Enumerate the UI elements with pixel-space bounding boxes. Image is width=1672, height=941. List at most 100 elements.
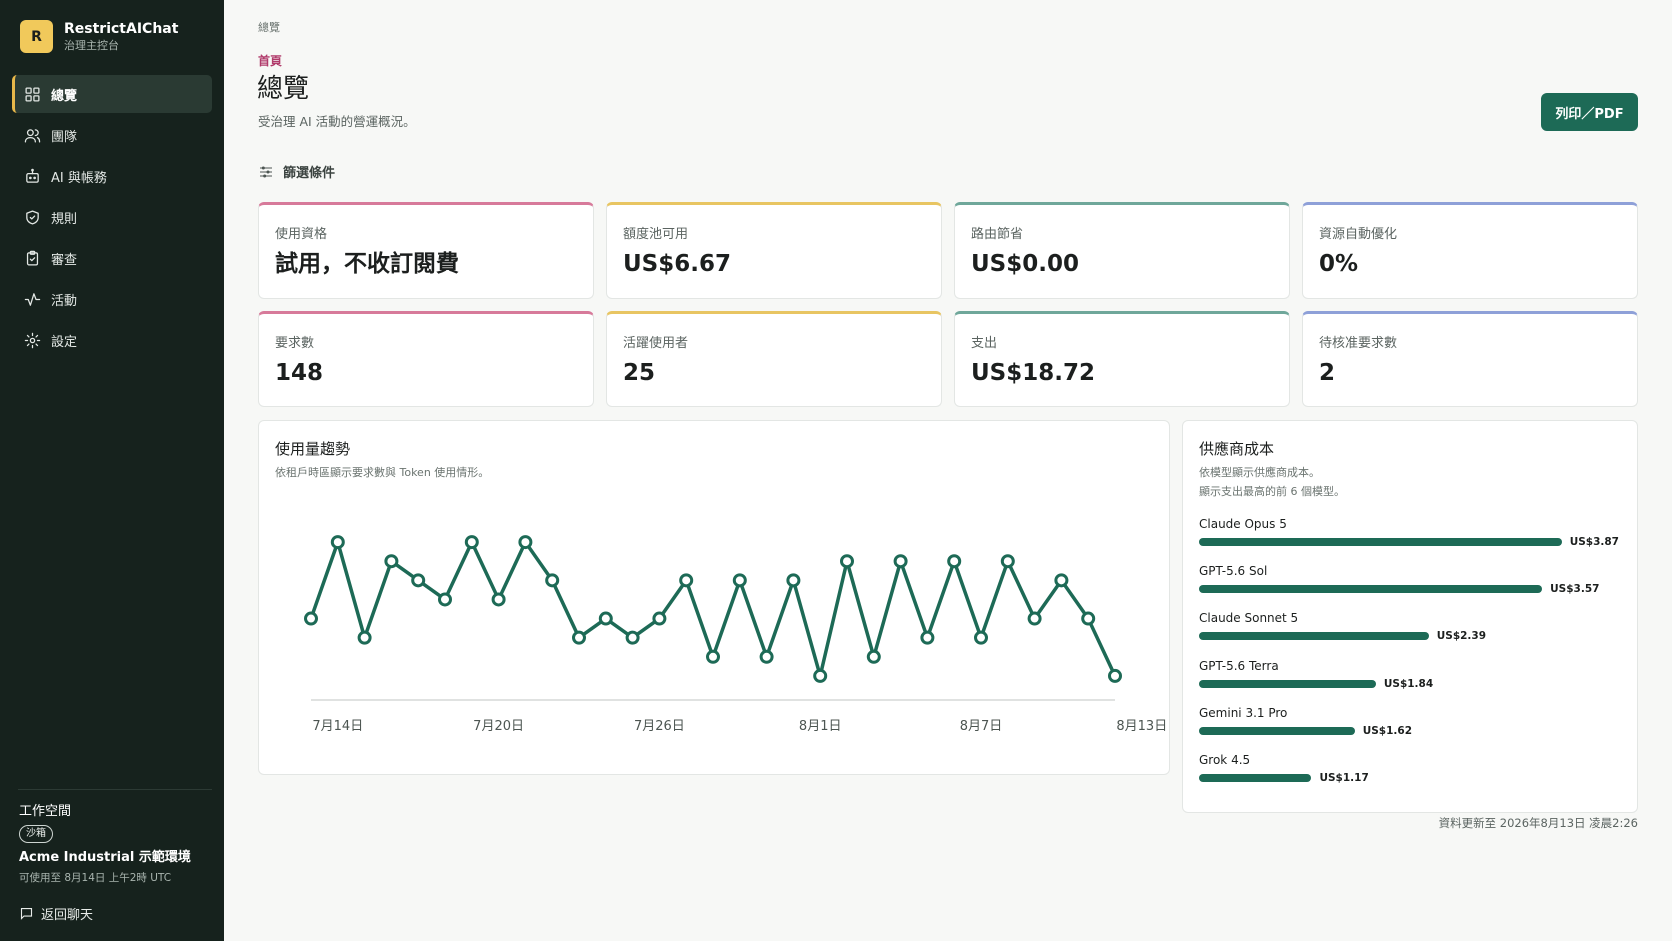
sidebar-item-rules[interactable]: 規則 [12,198,212,236]
stat-card: 使用資格 試用，不收訂閱費 [258,202,594,299]
stat-value: 0% [1319,251,1359,277]
brand-subtitle: 治理主控台 [64,39,119,52]
sidebar-item-label: 設定 [51,334,78,350]
x-tick-label: 7月20日 [473,719,524,734]
data-point[interactable] [706,649,720,664]
workspace-info: 工作空間 沙箱 Acme Industrial 示範環境 可使用至 8月14日 … [19,803,215,885]
provider-cost-row: GPT-5.6 Terra US$1.84 [1199,658,1619,691]
stat-label: 活躍使用者 [623,336,689,351]
data-point[interactable] [759,649,774,664]
provider-model-name: GPT-5.6 Terra [1199,658,1279,673]
provider-cost-subtitle: 依模型顯示供應商成本。 顯示支出最高的前 6 個模型。 [1199,463,1345,501]
stat-label: 資源自動優化 [1319,227,1398,242]
data-point[interactable] [920,630,935,645]
provider-cost-subtitle-line: 依模型顯示供應商成本。 [1199,466,1320,479]
sidebar-item-activity[interactable]: 活動 [12,280,212,318]
provider-cost-value: US$1.17 [1319,772,1369,784]
data-point[interactable] [572,630,586,645]
stat-value: 2 [1319,360,1336,386]
data-point[interactable] [304,611,318,626]
data-point[interactable] [786,573,801,588]
sidebar-item-review[interactable]: 審查 [12,239,212,277]
data-point[interactable] [491,592,506,607]
provider-model-name: Gemini 3.1 Pro [1199,705,1288,720]
sidebar-item-ai-billing[interactable]: AI 與帳務 [12,157,212,195]
x-tick-label: 8月1日 [799,719,842,734]
sidebar-item-label: 活動 [51,293,78,309]
data-point[interactable] [840,554,854,569]
sidebar-item-label: 總覽 [51,88,78,104]
data-point[interactable] [438,592,452,607]
filters-toggle[interactable]: 篩選條件 [258,162,335,181]
activity-icon [23,290,41,308]
provider-cost-value: US$3.57 [1550,583,1600,596]
brand[interactable]: R RestrictAIChat 治理主控台 [20,20,178,53]
data-point[interactable] [330,535,345,550]
sidebar-item-settings[interactable]: 設定 [12,321,212,359]
stat-value: 148 [275,360,324,386]
users-icon [23,126,41,144]
data-point[interactable] [1027,611,1042,626]
data-point[interactable] [625,630,640,645]
stat-card: 額度池可用 US$6.67 [606,202,942,299]
data-point[interactable] [598,611,613,626]
provider-cost-value: US$3.87 [1569,536,1619,548]
data-point[interactable] [866,649,881,664]
data-point[interactable] [357,630,372,645]
stat-label: 支出 [971,336,998,351]
data-point[interactable] [974,630,988,645]
brand-name: RestrictAIChat [64,21,179,37]
stat-value: 25 [623,360,656,386]
provider-cost-bar [1199,679,1376,688]
stat-value: US$6.67 [623,251,731,277]
provider-cost-panel: 供應商成本 依模型顯示供應商成本。 顯示支出最高的前 6 個模型。 Claude… [1182,420,1638,813]
stat-card: 要求數 148 [258,311,594,407]
data-point[interactable] [679,573,694,588]
data-point[interactable] [947,554,962,569]
provider-cost-bar [1199,538,1562,546]
provider-cost-row: Claude Sonnet 5 US$2.39 [1199,610,1619,643]
data-point[interactable] [813,668,828,683]
data-point[interactable] [545,573,560,588]
chat-icon [20,907,33,920]
stat-label: 使用資格 [275,227,328,242]
shield-icon [23,208,41,226]
sidebar-item-label: 團隊 [51,129,78,145]
data-point[interactable] [732,573,747,588]
print-pdf-button[interactable]: 列印／PDF [1541,93,1638,131]
data-point[interactable] [893,554,908,569]
sidebar-item-team[interactable]: 團隊 [12,116,212,154]
data-point[interactable] [1108,668,1122,683]
stat-card: 活躍使用者 25 [606,311,942,407]
filters-label: 篩選條件 [283,166,336,181]
page-title: 總覽 [257,74,310,104]
usage-trend-chart[interactable]: 7月14日 7月20日 7月26日 8月1日 8月7日 8月13日 [259,421,1171,776]
provider-model-name: Grok 4.5 [1199,753,1251,767]
clipboard-icon [23,249,41,267]
provider-cost-title: 供應商成本 [1199,440,1275,458]
provider-model-name: GPT-5.6 Sol [1199,564,1268,579]
stat-value: US$18.72 [971,360,1095,386]
provider-cost-row: Grok 4.5 US$1.17 [1199,752,1619,785]
data-point[interactable] [384,554,399,569]
data-point[interactable] [411,573,426,588]
stat-card: 路由節省 US$0.00 [954,202,1290,299]
data-point[interactable] [518,535,533,550]
sidebar: R RestrictAIChat 治理主控台 總覽 團隊 AI 與帳務 規則 審… [0,0,224,941]
sidebar-item-overview[interactable]: 總覽 [12,75,212,113]
data-point[interactable] [1081,611,1096,626]
data-point[interactable] [1000,554,1015,569]
grid-icon [23,85,41,103]
back-to-chat-link[interactable]: 返回聊天 [19,904,93,923]
gear-icon [23,331,41,349]
breadcrumb[interactable]: 總覽 [258,19,280,35]
sliders-icon [260,165,272,178]
workspace-expiry: 可使用至 8月14日 上午2時 UTC [19,872,172,884]
provider-cost-row: Claude Opus 5 US$3.87 [1199,516,1619,549]
data-point[interactable] [1054,573,1069,588]
data-point[interactable] [464,535,479,550]
stat-label: 要求數 [275,336,315,351]
workspace-name: Acme Industrial 示範環境 [19,850,191,865]
provider-cost-bar [1199,774,1312,782]
data-point[interactable] [652,611,667,626]
